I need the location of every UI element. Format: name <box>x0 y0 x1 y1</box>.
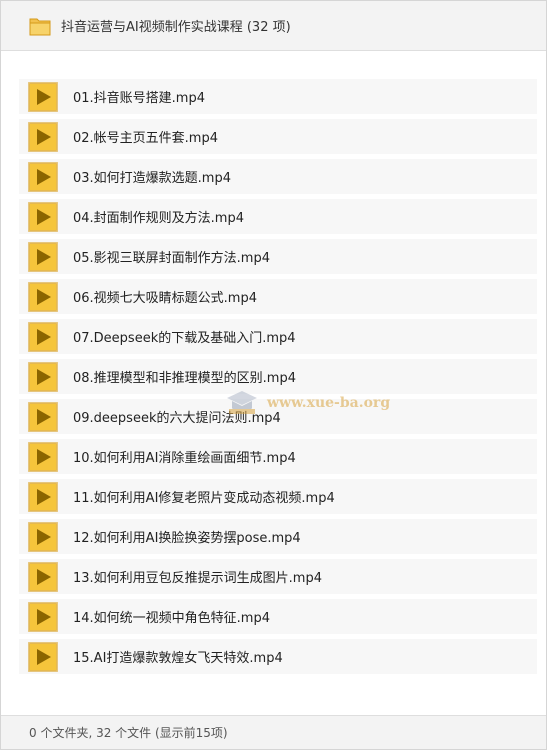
folder-title: 抖音运营与AI视频制作实战课程 (32 项) <box>61 20 291 35</box>
file-name: 07.Deepseek的下载及基础入门.mp4 <box>73 331 296 346</box>
file-row[interactable]: 13.如何利用豆包反推提示词生成图片.mp4 <box>19 559 537 594</box>
file-name: 13.如何利用豆包反推提示词生成图片.mp4 <box>73 571 322 586</box>
video-file-icon <box>28 521 58 552</box>
file-row[interactable]: 02.帐号主页五件套.mp4 <box>19 119 537 154</box>
video-file-icon <box>28 281 58 312</box>
file-row[interactable]: 15.AI打造爆款敦煌女飞天特效.mp4 <box>19 639 537 674</box>
file-name: 06.视频七大吸睛标题公式.mp4 <box>73 291 257 306</box>
status-bar: 0 个文件夹, 32 个文件 (显示前15项) <box>1 715 546 749</box>
file-row[interactable]: 03.如何打造爆款选题.mp4 <box>19 159 537 194</box>
file-row[interactable]: 14.如何统一视频中角色特征.mp4 <box>19 599 537 634</box>
video-file-icon <box>28 321 58 352</box>
file-row[interactable]: 12.如何利用AI换脸换姿势摆pose.mp4 <box>19 519 537 554</box>
file-row[interactable]: 08.推理模型和非推理模型的区别.mp4 <box>19 359 537 394</box>
file-name: 05.影视三联屏封面制作方法.mp4 <box>73 251 270 266</box>
file-list: 01.抖音账号搭建.mp4 02.帐号主页五件套.mp4 03.如何打造爆款选题.m… <box>19 79 537 679</box>
file-row[interactable]: 01.抖音账号搭建.mp4 <box>19 79 537 114</box>
file-row[interactable]: 06.视频七大吸睛标题公式.mp4 <box>19 279 537 314</box>
file-row[interactable]: 09.deepseek的六大提问法则.mp4 <box>19 399 537 434</box>
file-name: 02.帐号主页五件套.mp4 <box>73 131 218 146</box>
video-file-icon <box>28 241 58 272</box>
video-file-icon <box>28 481 58 512</box>
file-row[interactable]: 10.如何利用AI消除重绘画面细节.mp4 <box>19 439 537 474</box>
file-row[interactable]: 04.封面制作规则及方法.mp4 <box>19 199 537 234</box>
file-name: 10.如何利用AI消除重绘画面细节.mp4 <box>73 451 296 466</box>
file-name: 08.推理模型和非推理模型的区别.mp4 <box>73 371 296 386</box>
video-file-icon <box>28 201 58 232</box>
file-name: 09.deepseek的六大提问法则.mp4 <box>73 411 281 426</box>
folder-icon <box>29 16 51 36</box>
folder-header: 抖音运营与AI视频制作实战课程 (32 项) <box>1 1 546 51</box>
video-file-icon <box>28 121 58 152</box>
video-file-icon <box>28 641 58 672</box>
file-name: 03.如何打造爆款选题.mp4 <box>73 171 231 186</box>
file-row[interactable]: 11.如何利用AI修复老照片变成动态视频.mp4 <box>19 479 537 514</box>
file-row[interactable]: 07.Deepseek的下载及基础入门.mp4 <box>19 319 537 354</box>
video-file-icon <box>28 441 58 472</box>
file-list-window: 抖音运营与AI视频制作实战课程 (32 项) 01.抖音账号搭建.mp4 02.帐… <box>0 0 547 750</box>
file-row[interactable]: 05.影视三联屏封面制作方法.mp4 <box>19 239 537 274</box>
file-name: 04.封面制作规则及方法.mp4 <box>73 211 244 226</box>
file-name: 14.如何统一视频中角色特征.mp4 <box>73 611 270 626</box>
video-file-icon <box>28 401 58 432</box>
file-name: 11.如何利用AI修复老照片变成动态视频.mp4 <box>73 491 335 506</box>
video-file-icon <box>28 161 58 192</box>
video-file-icon <box>28 601 58 632</box>
file-name: 01.抖音账号搭建.mp4 <box>73 91 205 106</box>
video-file-icon <box>28 361 58 392</box>
file-name: 15.AI打造爆款敦煌女飞天特效.mp4 <box>73 651 283 666</box>
video-file-icon <box>28 561 58 592</box>
file-name: 12.如何利用AI换脸换姿势摆pose.mp4 <box>73 531 301 546</box>
video-file-icon <box>28 81 58 112</box>
status-summary: 0 个文件夹, 32 个文件 (显示前15项) <box>29 726 228 740</box>
